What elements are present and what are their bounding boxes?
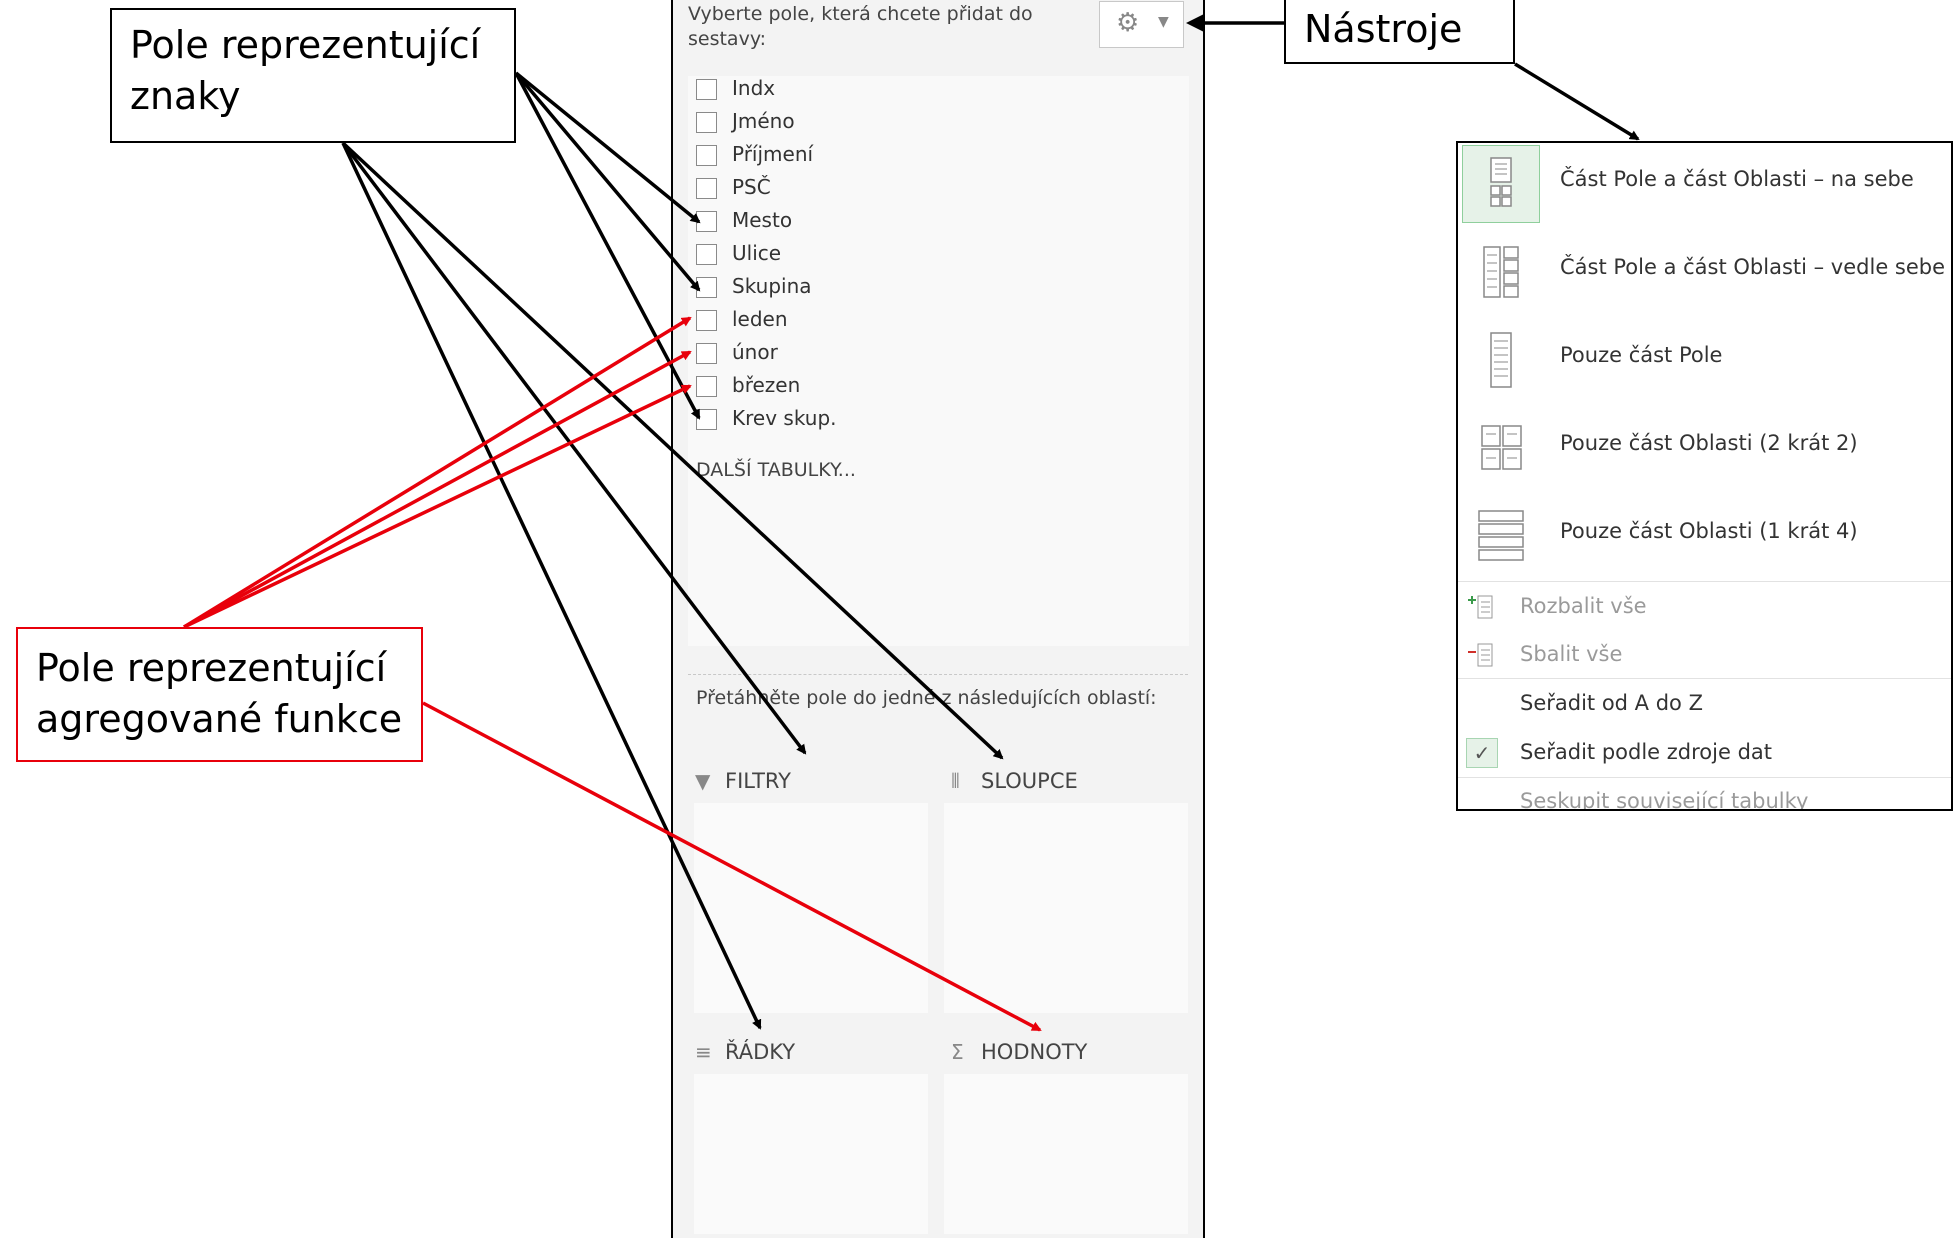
filters-area-label: ▼ FILTRY [695, 769, 791, 793]
field-label: leden [732, 307, 788, 331]
callout-character-fields: Pole reprezentující znaky [110, 8, 516, 143]
pivot-field-list-panel: Vyberte pole, která chcete přidat do ses… [671, 0, 1205, 1238]
field-label: PSČ [732, 175, 771, 199]
group-related-tables-label: Seskupit související tabulky [1520, 789, 1809, 811]
filters-drop-area[interactable] [694, 803, 928, 1013]
chevron-down-icon: ▼ [1158, 14, 1169, 30]
sort-a-to-z-item[interactable]: Seřadit od A do Z [1458, 681, 1951, 725]
field-checkbox[interactable] [696, 178, 717, 199]
layout-label: Pouze část Oblasti (1 krát 4) [1560, 519, 1858, 543]
rows-icon: ≡ [695, 1040, 712, 1064]
field-label: Krev skup. [732, 406, 837, 430]
field-checkbox[interactable] [696, 79, 717, 100]
panel-divider [688, 674, 1188, 675]
rows-label: ŘÁDKY [725, 1040, 796, 1064]
columns-drop-area[interactable] [944, 803, 1188, 1013]
field-checkbox[interactable] [696, 112, 717, 133]
columns-label: SLOUPCE [981, 769, 1078, 793]
expand-all-item[interactable]: Rozbalit vše [1458, 584, 1951, 628]
field-label: Jméno [732, 109, 795, 133]
collapse-all-item[interactable]: Sbalit vše [1458, 632, 1951, 676]
arrow-to-brezen [183, 384, 692, 629]
funnel-icon: ▼ [695, 769, 711, 793]
callout-tools: Nástroje [1284, 0, 1515, 64]
layout-label: Pouze část Oblasti (2 krát 2) [1560, 431, 1858, 455]
layout-fields-only-icon [1462, 321, 1540, 399]
drag-areas-heading: Přetáhněte pole do jedné z následujících… [696, 687, 1157, 709]
layout-areas-1x4-icon [1462, 497, 1540, 575]
field-checkbox[interactable] [696, 376, 717, 397]
layout-label: Pouze část Pole [1560, 343, 1723, 367]
rows-drop-area[interactable] [694, 1074, 928, 1234]
layout-stacked-icon [1462, 145, 1540, 223]
expand-all-label: Rozbalit vše [1520, 594, 1647, 618]
layout-label: Část Pole a část Oblasti – vedle sebe [1560, 255, 1946, 279]
callout-aggregate-fields: Pole reprezentující agregované funkce [16, 627, 423, 762]
tools-menu: Část Pole a část Oblasti – na sebe Část … [1456, 141, 1953, 811]
rows-area-label: ≡ ŘÁDKY [695, 1040, 795, 1064]
callout-line: Pole reprezentující [130, 23, 481, 67]
menu-separator [1458, 581, 1951, 582]
group-related-tables-item[interactable]: Seskupit související tabulky [1458, 779, 1951, 811]
collapse-all-label: Sbalit vše [1520, 642, 1623, 666]
callout-line: Pole reprezentující [36, 646, 387, 690]
arrow-to-tools-menu [1514, 62, 1640, 141]
arrow-to-unor [183, 350, 692, 629]
callout-line: znaky [130, 74, 241, 119]
field-label: únor [732, 340, 778, 364]
layout-label: Část Pole a část Oblasti – na sebe [1560, 167, 1914, 191]
field-checkbox[interactable] [696, 277, 717, 298]
field-checkbox[interactable] [696, 145, 717, 166]
layout-side-by-side-icon [1462, 233, 1540, 311]
field-checkbox[interactable] [696, 211, 717, 232]
expand-all-icon [1466, 592, 1496, 622]
field-checkbox[interactable] [696, 343, 717, 364]
sort-by-source-item[interactable]: ✓ Seřadit podle zdroje dat [1458, 730, 1951, 774]
field-label: Mesto [732, 208, 793, 232]
sort-by-source-label: Seřadit podle zdroje dat [1520, 740, 1772, 764]
layout-side-by-side-option[interactable]: Část Pole a část Oblasti – vedle sebe [1458, 231, 1951, 319]
field-list: Indx Jméno Příjmení PSČ Mesto Ulice Skup… [688, 76, 1189, 646]
callout-line: Nástroje [1304, 7, 1463, 51]
arrow-to-leden [183, 316, 692, 629]
field-checkbox[interactable] [696, 409, 717, 430]
layout-stacked-option[interactable]: Část Pole a část Oblasti – na sebe [1458, 143, 1951, 231]
field-checkbox[interactable] [696, 310, 717, 331]
field-label: Indx [732, 76, 776, 100]
field-label: Příjmení [732, 142, 814, 166]
gear-icon: ⚙ [1116, 8, 1140, 38]
values-drop-area[interactable] [944, 1074, 1188, 1234]
values-area-label: Σ HODNOTY [951, 1040, 1087, 1064]
collapse-all-icon [1466, 640, 1496, 670]
sort-a-to-z-label: Seřadit od A do Z [1520, 691, 1703, 715]
layout-areas-2x2-option[interactable]: Pouze část Oblasti (2 krát 2) [1458, 407, 1951, 495]
layout-areas-1x4-option[interactable]: Pouze část Oblasti (1 krát 4) [1458, 495, 1951, 583]
filters-label: FILTRY [725, 769, 791, 793]
columns-icon: ⦀ [951, 769, 960, 793]
panel-heading: Vyberte pole, která chcete přidat do ses… [688, 3, 1033, 50]
tools-button[interactable]: ⚙ ▼ [1099, 1, 1184, 48]
menu-separator [1458, 777, 1951, 778]
menu-separator [1458, 678, 1951, 679]
field-checkbox[interactable] [696, 244, 717, 265]
field-label: Skupina [732, 274, 812, 298]
layout-areas-2x2-icon [1462, 409, 1540, 487]
checkmark-icon: ✓ [1466, 738, 1498, 768]
layout-fields-only-option[interactable]: Pouze část Pole [1458, 319, 1951, 407]
values-label: HODNOTY [981, 1040, 1088, 1064]
callout-line: agregované funkce [36, 697, 403, 742]
more-tables-link[interactable]: DALŠÍ TABULKY... [696, 459, 856, 481]
field-label: Ulice [732, 241, 782, 265]
field-label: březen [732, 373, 801, 397]
columns-area-label: ⦀ SLOUPCE [951, 769, 1078, 793]
sigma-icon: Σ [951, 1040, 964, 1064]
